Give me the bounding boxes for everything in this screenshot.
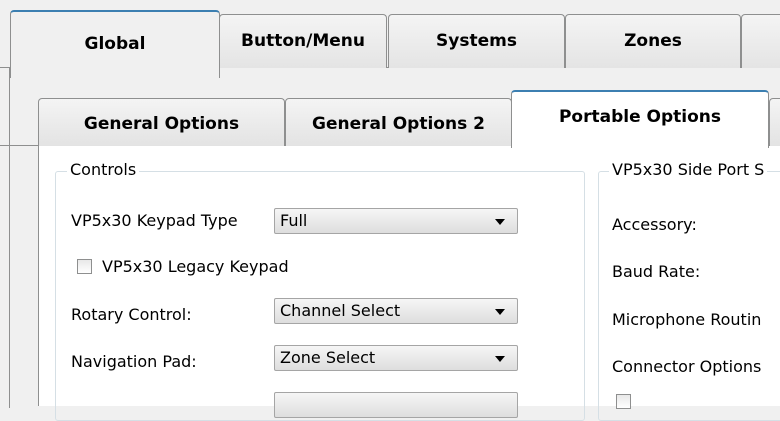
tab-general-options-2-label: General Options 2 xyxy=(312,113,485,134)
baud-rate-label: Baud Rate: xyxy=(612,262,701,281)
tab-systems[interactable]: Systems xyxy=(388,14,565,68)
navigation-pad-value: Zone Select xyxy=(280,348,376,367)
tab-global[interactable]: Global xyxy=(10,10,220,78)
tab-general-options-label: General Options xyxy=(83,113,240,134)
navigation-pad-dropdown[interactable]: Zone Select xyxy=(274,345,518,371)
chevron-down-icon xyxy=(495,356,505,362)
side-port-group-title: VP5x30 Side Port S xyxy=(609,160,768,179)
tab-zones[interactable]: Zones xyxy=(565,14,741,68)
tab-more[interactable] xyxy=(741,14,780,68)
navigation-pad-label: Navigation Pad: xyxy=(71,352,197,371)
keypad-type-dropdown[interactable]: Full xyxy=(274,208,518,234)
accessory-label: Accessory: xyxy=(612,215,697,234)
row5-dropdown[interactable] xyxy=(274,392,518,418)
rotary-control-label: Rotary Control: xyxy=(71,305,192,324)
connector-options-label: Connector Options xyxy=(612,357,762,376)
controls-group-title: Controls xyxy=(67,160,140,179)
tab-zones-label: Zones xyxy=(624,30,682,51)
tab-button-menu[interactable]: Button/Menu xyxy=(219,14,387,68)
tab-global-label: Global xyxy=(84,34,146,54)
rotary-control-value: Channel Select xyxy=(280,301,401,320)
side-port-group xyxy=(598,171,780,421)
legacy-keypad-label: VP5x30 Legacy Keypad xyxy=(102,257,289,276)
tab-button-menu-label: Button/Menu xyxy=(241,30,365,51)
chevron-down-icon xyxy=(495,309,505,315)
side-port-checkbox[interactable] xyxy=(616,394,631,409)
rotary-control-dropdown[interactable]: Channel Select xyxy=(274,298,518,324)
tab-general-options[interactable]: General Options xyxy=(38,98,285,146)
keypad-type-value: Full xyxy=(280,211,308,230)
legacy-keypad-checkbox[interactable] xyxy=(77,259,92,274)
chevron-down-icon xyxy=(495,219,505,225)
tab-portable-options[interactable]: Portable Options xyxy=(511,90,769,148)
tab-systems-label: Systems xyxy=(436,30,517,51)
tab-portable-options-label: Portable Options xyxy=(558,107,722,127)
keypad-type-label: VP5x30 Keypad Type xyxy=(71,211,238,230)
tab-next-partial[interactable] xyxy=(769,98,780,146)
microphone-routing-label: Microphone Routin xyxy=(612,310,762,329)
tab-general-options-2[interactable]: General Options 2 xyxy=(285,98,512,146)
